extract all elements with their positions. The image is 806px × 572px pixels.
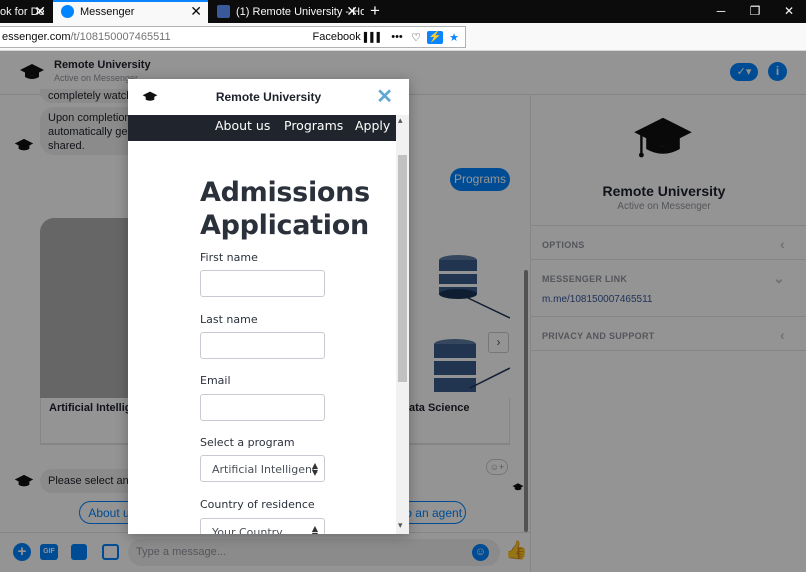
webview-modal: Remote University ✕ About us Programs Ap… xyxy=(128,79,409,534)
first-name-input[interactable] xyxy=(200,270,325,297)
tab-close-icon[interactable]: ✕ xyxy=(346,4,358,18)
nav-apply[interactable]: Apply xyxy=(355,118,390,133)
nav-about-us[interactable]: About us xyxy=(215,118,270,133)
nav-programs[interactable]: Programs xyxy=(284,118,343,133)
bookmark-star-icon[interactable]: ★ xyxy=(446,31,462,44)
browser-tab-bar: ok for De ✕ Messenger ✕ (1) Remote Unive… xyxy=(0,0,806,23)
browser-tab-active[interactable]: Messenger ✕ xyxy=(53,0,208,23)
more-actions-icon[interactable]: ••• xyxy=(389,31,405,43)
minimize-button[interactable]: ─ xyxy=(704,0,738,23)
email-input[interactable] xyxy=(200,394,325,421)
tab-label: (1) Remote University - Home xyxy=(236,5,364,18)
select-arrows-icon: ▲▼ xyxy=(311,524,318,535)
scroll-down-icon[interactable]: ▾ xyxy=(398,520,403,531)
restore-button[interactable]: ❐ xyxy=(738,0,772,23)
url-text[interactable]: essenger.com/t/108150007465511 xyxy=(0,31,312,43)
modal-title-bar: Remote University ✕ xyxy=(128,79,409,115)
browser-tab[interactable]: (1) Remote University - Home ✕ xyxy=(209,0,364,23)
tab-label: Messenger xyxy=(80,5,135,18)
program-label: Select a program xyxy=(200,436,295,449)
first-name-label: First name xyxy=(200,251,258,264)
facebook-favicon-icon xyxy=(217,5,230,18)
site-nav: About us Programs Apply xyxy=(128,115,409,141)
pocket-icon[interactable]: ♡ xyxy=(408,31,424,44)
extension-icon[interactable]: ⚡ xyxy=(427,30,443,44)
scroll-up-icon[interactable]: ▴ xyxy=(398,115,403,126)
tab-close-icon[interactable]: ✕ xyxy=(34,4,46,18)
tab-close-icon[interactable]: ✕ xyxy=(190,4,202,18)
close-icon[interactable]: ✕ xyxy=(376,87,393,107)
close-window-button[interactable]: ✕ xyxy=(772,0,806,23)
country-label: Country of residence xyxy=(200,498,315,511)
container-tag[interactable]: Facebook ▌▌▌ xyxy=(312,31,383,43)
messenger-favicon-icon xyxy=(61,5,74,18)
select-arrows-icon: ▲▼ xyxy=(311,461,318,477)
graduation-cap-icon xyxy=(142,91,158,101)
email-label: Email xyxy=(200,374,231,387)
last-name-input[interactable] xyxy=(200,332,325,359)
modal-title: Remote University xyxy=(215,90,322,104)
scrollbar-thumb[interactable] xyxy=(398,155,407,382)
application-form: Admissions Application First name Last n… xyxy=(128,141,396,534)
new-tab-button[interactable]: + xyxy=(370,1,380,21)
program-select[interactable]: Artificial Intelligenc ▲ ▼ xyxy=(200,455,325,482)
page-title: Admissions Application xyxy=(200,177,370,241)
navigation-toolbar: essenger.com/t/108150007465511 Facebook … xyxy=(0,23,806,67)
url-field[interactable]: essenger.com/t/108150007465511 Facebook … xyxy=(0,26,466,48)
country-select[interactable]: Your Country ▲▼ xyxy=(200,518,325,534)
browser-tab[interactable]: ok for De ✕ xyxy=(0,0,52,23)
last-name-label: Last name xyxy=(200,313,258,326)
modal-scrollbar[interactable]: ▴ ▾ xyxy=(396,115,409,534)
window-controls: ─ ❐ ✕ xyxy=(704,0,806,23)
